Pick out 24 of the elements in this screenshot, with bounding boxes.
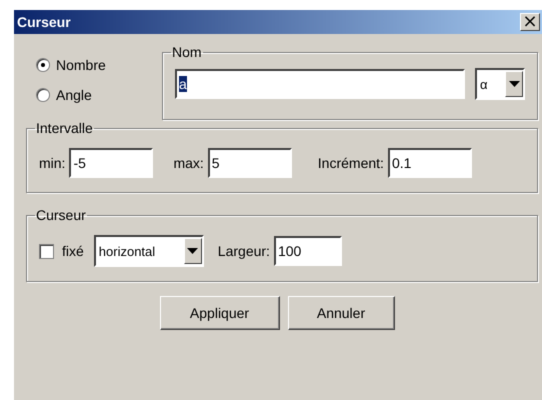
field-label: Largeur: [218, 243, 270, 259]
fixed-checkbox[interactable] [39, 244, 54, 258]
field-label: Incrément: [318, 155, 384, 171]
group-legend: Curseur [35, 207, 87, 223]
radio-button[interactable] [36, 88, 50, 102]
radio-label: Nombre [56, 57, 106, 73]
width-field[interactable]: 100 [274, 236, 342, 266]
window-title: Curseur [17, 14, 71, 30]
checkbox-label: fixé [62, 243, 84, 259]
name-field[interactable]: a [175, 69, 465, 99]
group-legend: Intervalle [35, 120, 94, 136]
dialog-button[interactable]: Appliquer [160, 296, 280, 330]
group-legend: Nom [171, 44, 203, 60]
input-field[interactable]: 0.1 [388, 148, 472, 178]
radio-button[interactable] [36, 58, 50, 72]
input-field[interactable]: 5 [208, 148, 292, 178]
orientation-dropdown[interactable]: horizontal [94, 235, 204, 267]
field-label: max: [173, 155, 204, 171]
close-button[interactable]: × [520, 13, 540, 31]
input-field[interactable]: -5 [69, 148, 154, 178]
dialog-button[interactable]: Annuler [288, 296, 394, 330]
symbol-dropdown[interactable]: α [475, 68, 525, 100]
field-label: min: [39, 155, 66, 171]
radio-label: Angle [56, 87, 92, 103]
